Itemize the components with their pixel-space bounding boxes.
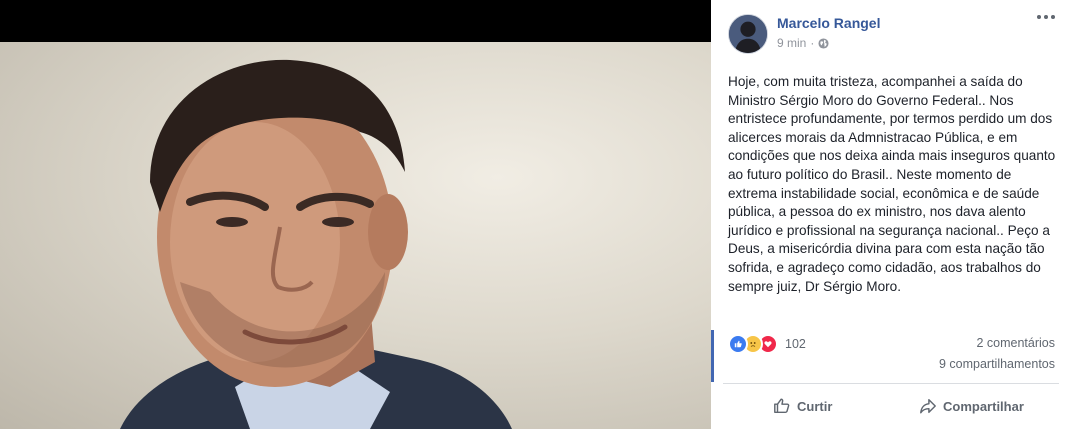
reactions-count: 102 [785, 337, 806, 351]
like-button[interactable]: Curtir [773, 393, 832, 419]
author-name[interactable]: Marcelo Rangel [777, 15, 880, 31]
shares-count-link[interactable]: 9 compartilhamentos [939, 357, 1055, 371]
share-button-label: Compartilhar [943, 398, 1024, 414]
post-photo[interactable] [0, 42, 711, 429]
accent-bar [711, 330, 714, 382]
portrait-illustration [120, 59, 512, 429]
meta-separator: · [810, 36, 815, 50]
post-panel: Marcelo Rangel 9 min · Hoje, com muita t… [711, 0, 1071, 429]
avatar[interactable] [728, 14, 768, 54]
share-button[interactable]: Compartilhar [919, 393, 1024, 419]
more-options-icon[interactable] [1037, 15, 1055, 19]
reactions-summary[interactable]: 102 [728, 334, 806, 354]
like-button-label: Curtir [797, 398, 833, 414]
post-time[interactable]: 9 min [777, 36, 806, 50]
divider [723, 383, 1059, 384]
globe-icon[interactable] [818, 37, 829, 49]
share-arrow-icon [920, 398, 936, 414]
post-meta: 9 min · [777, 36, 829, 50]
post-text: Hoje, com muita tristeza, acompanhei a s… [728, 74, 1056, 294]
photo-viewer [0, 0, 711, 429]
avatar-image [729, 15, 767, 53]
like-icon [728, 334, 748, 354]
comments-count-link[interactable]: 2 comentários [976, 336, 1055, 350]
thumbs-up-icon [774, 398, 790, 414]
